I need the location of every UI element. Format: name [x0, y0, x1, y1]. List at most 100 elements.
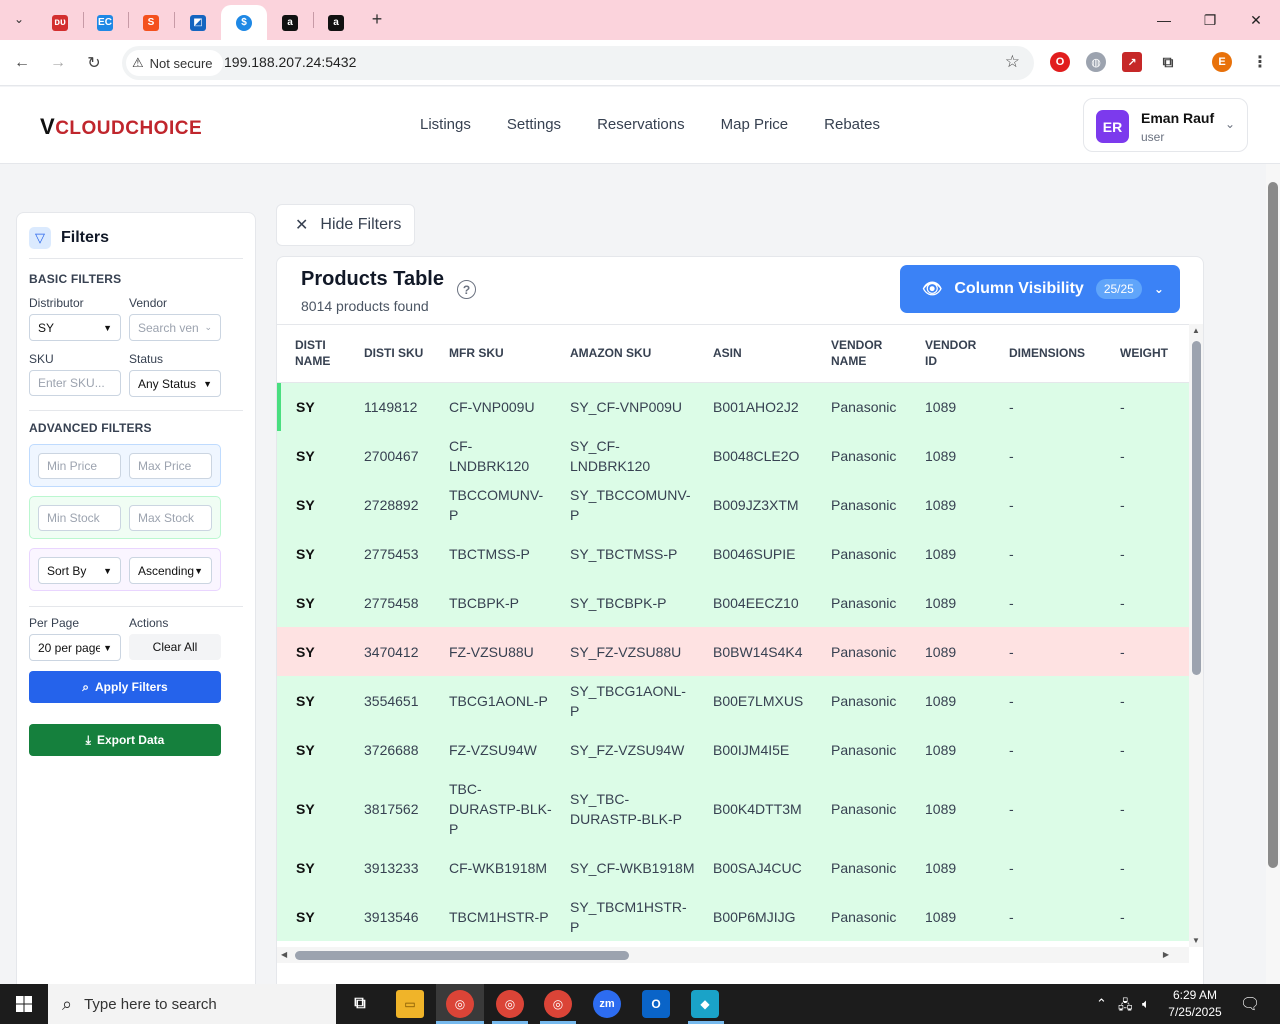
sku-input[interactable]: Enter SKU... — [29, 370, 121, 396]
table-row[interactable]: SY 3470412 FZ-VZSU88U SY_FZ-VZSU88U B0BW14S4… — [277, 627, 1189, 676]
nav-reservations[interactable]: Reservations — [597, 116, 685, 133]
chrome-icon[interactable]: ◎ — [446, 990, 474, 1018]
cell-vendor-name: Panasonic — [813, 382, 907, 431]
tray-chevron-up-icon[interactable]: ⌃ — [1096, 996, 1107, 1012]
max-stock-input[interactable]: Max Stock — [129, 505, 212, 531]
max-price-input[interactable]: Max Price — [129, 453, 212, 479]
nav-settings[interactable]: Settings — [507, 116, 561, 133]
outlook-icon[interactable]: O — [642, 990, 670, 1018]
help-icon[interactable]: ? — [457, 280, 476, 299]
col-disti-sku[interactable]: DISTI SKU — [346, 325, 431, 383]
browser-tab-3[interactable]: S — [128, 5, 174, 40]
scroll-up-icon[interactable]: ▲ — [1192, 326, 1200, 335]
windows-start-icon[interactable] — [0, 984, 48, 1024]
col-asin[interactable]: ASIN — [695, 325, 813, 383]
distributor-select[interactable]: SY ▼ — [29, 314, 121, 341]
table-row[interactable]: SY 3913233 CF-WKB1918M SY_CF-WKB1918M B00SAJ… — [277, 843, 1189, 892]
column-visibility-button[interactable]: 👁︎ Column Visibility 25/25 ⌄ — [900, 265, 1180, 313]
pdf-extension-icon[interactable]: ↗ — [1122, 52, 1142, 72]
taskbar-search[interactable]: ⌕ Type here to search — [48, 984, 336, 1024]
hide-filters-button[interactable]: ✕ Hide Filters — [276, 204, 415, 246]
sort-order-select[interactable]: Ascending ▼ — [129, 557, 212, 584]
table-row[interactable]: SY 3913546 TBCM1HSTR-P SY_TBCM1HSTR-P B00P6M… — [277, 892, 1189, 941]
minimize-button[interactable]: — — [1144, 6, 1184, 34]
table-row[interactable]: SY 3817562 TBC-DURASTP-BLK-P SY_TBC-DURASTP… — [277, 774, 1189, 843]
col-disti-name[interactable]: DISTI NAME — [277, 325, 346, 383]
browser-tab-1[interactable]: ᴅᴜ — [37, 5, 83, 40]
col-amazon-sku[interactable]: AMAZON SKU — [552, 325, 695, 383]
address-bar[interactable]: ⚠ Not secure 199.188.207.24:5432 ☆ — [122, 46, 1034, 80]
vertical-scroll-thumb[interactable] — [1192, 341, 1201, 675]
bookmark-star-icon[interactable]: ☆ — [1005, 52, 1020, 72]
back-icon[interactable]: ← — [9, 50, 35, 76]
col-dimensions[interactable]: DIMENSIONS — [991, 325, 1102, 383]
nav-rebates[interactable]: Rebates — [824, 116, 880, 133]
profile-avatar[interactable]: E — [1212, 52, 1232, 72]
filters-header: ▽ Filters — [29, 227, 109, 249]
volume-icon[interactable]: 🔈︎ — [1142, 996, 1150, 1012]
extensions-puzzle-icon[interactable]: ⧉ — [1158, 52, 1178, 72]
table-horizontal-scrollbar[interactable]: ◀ ▶ — [277, 947, 1189, 963]
cell-amazon-sku: SY_TBC-DURASTP-BLK-P — [552, 774, 695, 843]
app-diamond-icon[interactable]: ◆ — [691, 990, 719, 1018]
reload-icon[interactable]: ↻ — [81, 50, 107, 76]
table-row[interactable]: SY 2700467 CF-LNDBRK120 SY_CF-LNDBRK120 B004… — [277, 431, 1189, 480]
col-vendor-id[interactable]: VENDOR ID — [907, 325, 991, 383]
new-tab-button[interactable]: + — [366, 8, 388, 30]
min-price-input[interactable]: Min Price — [38, 453, 121, 479]
maximize-button[interactable]: ❐ — [1190, 6, 1230, 34]
browser-tab-5[interactable]: $ — [221, 5, 267, 40]
browser-tab-4[interactable]: ◩ — [175, 5, 221, 40]
table-vertical-scrollbar[interactable]: ▲ ▼ — [1189, 324, 1203, 947]
table-row[interactable]: SY 3554651 TBCG1AONL-P SY_TBCG1AONL-P B00E7L… — [277, 676, 1189, 725]
close-window-button[interactable]: ✕ — [1236, 6, 1276, 34]
table-row[interactable]: SY 2728892 TBCCOMUNV-P SY_TBCCOMUNV-P B009JZ… — [277, 480, 1189, 529]
site-info-chip[interactable]: ⚠ Not secure — [126, 50, 223, 76]
scroll-left-icon[interactable]: ◀ — [281, 950, 287, 959]
table-row[interactable]: SY 2775458 TBCBPK-P SY_TBCBPK-P B004EECZ10 Pa… — [277, 578, 1189, 627]
browser-tab-2[interactable]: EC — [82, 5, 128, 40]
products-panel: Products Table 8014 products found ? 👁︎ … — [276, 256, 1204, 996]
col-weight[interactable]: WEIGHT — [1102, 325, 1189, 383]
chrome-profile-2-icon[interactable]: ◎ — [496, 990, 524, 1018]
page-scrollbar[interactable] — [1266, 164, 1280, 984]
table-row[interactable]: SY 3726688 FZ-VZSU94W SY_FZ-VZSU94W B00IJM4I… — [277, 725, 1189, 774]
user-menu[interactable]: ER Eman Rauf user ⌄ — [1083, 98, 1248, 152]
taskbar-clock[interactable]: 6:29 AM 7/25/2025 — [1160, 987, 1230, 1021]
table-row[interactable]: SY 1149812 CF-VNP009U SY_CF-VNP009U B001AHO2… — [277, 382, 1189, 431]
clear-all-button[interactable]: Clear All — [129, 634, 221, 660]
apply-filters-button[interactable]: ⌕ Apply Filters — [29, 671, 221, 703]
col-mfr-sku[interactable]: MFR SKU — [431, 325, 552, 383]
task-view-icon[interactable]: ⧉ — [346, 990, 374, 1018]
browser-tab-7[interactable]: a — [313, 5, 359, 40]
nav-listings[interactable]: Listings — [420, 116, 471, 133]
nav-map-price[interactable]: Map Price — [721, 116, 789, 133]
per-page-select[interactable]: 20 per page ▼ — [29, 634, 121, 661]
network-icon[interactable]: 🖧︎ — [1118, 996, 1133, 1018]
browser-tab-6[interactable]: a — [267, 5, 313, 40]
globe-extension-icon[interactable]: ◍ — [1086, 52, 1106, 72]
col-vendor-name[interactable]: VENDOR NAME — [813, 325, 907, 383]
vendor-search-select[interactable]: Search ven ⌄ — [129, 314, 221, 341]
scroll-down-icon[interactable]: ▼ — [1192, 936, 1200, 945]
tab-search-chevron-icon[interactable]: ⌄ — [8, 8, 30, 30]
page-scroll-thumb[interactable] — [1268, 182, 1278, 868]
url-text[interactable]: 199.188.207.24:5432 — [224, 54, 356, 70]
opera-extension-icon[interactable]: O — [1050, 52, 1070, 72]
file-explorer-icon[interactable]: ▭ — [396, 990, 424, 1018]
scroll-right-icon[interactable]: ▶ — [1163, 950, 1169, 959]
zoom-icon[interactable]: zm — [593, 990, 621, 1018]
chrome-profile-3-icon[interactable]: ◎ — [544, 990, 572, 1018]
cloudchoice-logo[interactable]: VCLOUDCHOICE — [40, 114, 202, 140]
forward-icon[interactable]: → — [45, 50, 71, 76]
min-stock-input[interactable]: Min Stock — [38, 505, 121, 531]
notifications-icon[interactable]: 🗨︎ — [1240, 994, 1260, 1014]
status-select[interactable]: Any Status ▼ — [129, 370, 221, 397]
cell-vendor-id: 1089 — [907, 578, 991, 627]
export-data-button[interactable]: ⤓ Export Data — [29, 724, 221, 756]
horizontal-scroll-thumb[interactable] — [295, 951, 629, 960]
advanced-filters-heading: ADVANCED FILTERS — [29, 421, 152, 435]
browser-menu-icon[interactable]: ⋮ — [1250, 52, 1270, 72]
table-row[interactable]: SY 2775453 TBCTMSS-P SY_TBCTMSS-P B0046SUPIE… — [277, 529, 1189, 578]
sort-by-select[interactable]: Sort By ▼ — [38, 557, 121, 584]
